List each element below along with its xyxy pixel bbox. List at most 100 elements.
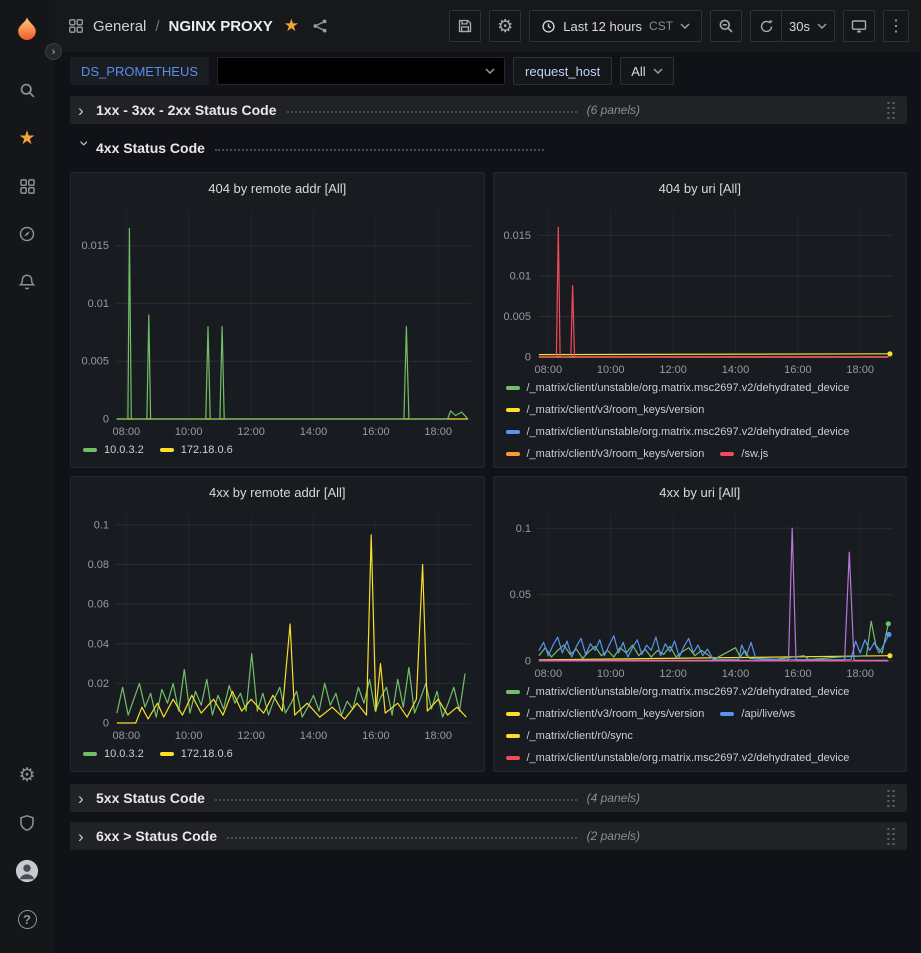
row-drag-handle[interactable]	[885, 827, 897, 846]
datasource-label[interactable]: DS_PROMETHEUS	[70, 57, 209, 85]
svg-text:0.05: 0.05	[510, 589, 531, 601]
svg-text:14:00: 14:00	[299, 730, 327, 742]
panel-title[interactable]: 4xx by uri [All]	[494, 477, 907, 505]
row-drag-handle[interactable]	[885, 789, 897, 808]
legend-item[interactable]: /_matrix/client/unstable/org.matrix.msc2…	[506, 426, 850, 438]
row-4xx[interactable]: › 4xx Status Code	[70, 134, 907, 162]
star-dashboard-button[interactable]: ★	[282, 16, 301, 36]
gear-icon: ⚙	[18, 766, 35, 785]
panel-title[interactable]: 404 by remote addr [All]	[71, 173, 484, 201]
legend-item[interactable]: /_matrix/client/unstable/org.matrix.msc2…	[506, 752, 850, 764]
sidebar-item-alerting[interactable]	[0, 258, 54, 306]
row-panel-count: (4 panels)	[587, 791, 640, 805]
panel-legend: 10.0.3.2 172.18.0.6	[71, 743, 484, 771]
chart-404-by-uri[interactable]: 00.0050.010.01508:0010:0012:0014:0016:00…	[494, 201, 905, 377]
refresh-interval-label: 30s	[789, 19, 810, 34]
svg-text:0.01: 0.01	[510, 270, 531, 282]
legend-item[interactable]: 10.0.3.2	[83, 748, 144, 760]
row-5xx[interactable]: › 5xx Status Code (4 panels)	[70, 784, 907, 812]
time-range-label: Last 12 hours	[563, 19, 642, 34]
variable-select[interactable]: All	[620, 57, 673, 85]
legend-item[interactable]: /_matrix/client/r0/sync	[506, 730, 633, 742]
panel-4xx-by-uri: 4xx by uri [All] 00.050.108:0010:0012:00…	[493, 476, 908, 772]
svg-text:12:00: 12:00	[660, 668, 688, 680]
svg-text:0.005: 0.005	[81, 356, 109, 368]
sidebar-item-server-admin[interactable]	[0, 799, 54, 847]
svg-text:14:00: 14:00	[722, 668, 750, 680]
share-dashboard-button[interactable]	[310, 18, 330, 34]
svg-text:08:00: 08:00	[535, 668, 563, 680]
panel-title[interactable]: 4xx by remote addr [All]	[71, 477, 484, 505]
svg-text:0.02: 0.02	[87, 678, 108, 690]
legend-item[interactable]: /_matrix/client/v3/room_keys/version	[506, 708, 705, 720]
time-range-picker[interactable]: Last 12 hours CST	[529, 10, 702, 42]
sidebar-item-explore[interactable]	[0, 210, 54, 258]
svg-text:18:00: 18:00	[424, 730, 452, 742]
row-1xx-3xx-2xx[interactable]: › 1xx - 3xx - 2xx Status Code (6 panels)	[70, 96, 907, 124]
sidebar-item-configuration[interactable]: ⚙	[0, 751, 54, 799]
save-icon	[457, 18, 473, 34]
dashboards-grid-icon	[19, 178, 36, 195]
dotted-leader	[215, 149, 544, 151]
breadcrumb-dashboard-title[interactable]: NGINX PROXY	[169, 18, 273, 35]
grafana-app: › ★ ⚙	[0, 0, 921, 953]
zoom-out-icon	[718, 18, 734, 34]
refresh-group: 30s	[750, 10, 835, 42]
svg-text:16:00: 16:00	[362, 426, 390, 438]
monitor-icon	[851, 18, 867, 34]
sidebar-item-search[interactable]	[0, 66, 54, 114]
kebab-icon: ⋮	[888, 16, 904, 36]
row-title: 6xx > Status Code	[92, 828, 217, 844]
sidebar: › ★ ⚙	[0, 0, 54, 953]
panel-legend: /_matrix/client/unstable/org.matrix.msc2…	[494, 377, 907, 467]
chart-404-by-remote-addr[interactable]: 00.0050.010.01508:0010:0012:0014:0016:00…	[72, 201, 483, 439]
chevron-down-icon	[485, 68, 495, 74]
sidebar-item-help[interactable]: ?	[0, 895, 54, 943]
more-options-button[interactable]: ⋮	[883, 10, 909, 42]
svg-text:16:00: 16:00	[362, 730, 390, 742]
legend-item[interactable]: /_matrix/client/v3/room_keys/version	[506, 448, 705, 460]
svg-text:0.1: 0.1	[93, 519, 108, 531]
star-filled-icon: ★	[284, 16, 299, 35]
cycle-view-button[interactable]	[843, 10, 875, 42]
compass-icon	[18, 225, 36, 243]
grafana-logo[interactable]	[14, 6, 40, 52]
chart-4xx-by-remote-addr[interactable]: 00.020.040.060.080.108:0010:0012:0014:00…	[72, 505, 483, 743]
grafana-flame-icon	[14, 16, 40, 42]
refresh-button[interactable]	[750, 10, 782, 42]
datasource-select[interactable]	[217, 57, 505, 85]
legend-item[interactable]: 172.18.0.6	[160, 444, 233, 456]
chevron-down-icon	[817, 23, 827, 29]
svg-text:18:00: 18:00	[847, 364, 875, 376]
sidebar-item-starred[interactable]: ★	[0, 114, 54, 162]
row-6xx[interactable]: › 6xx > Status Code (2 panels)	[70, 822, 907, 850]
breadcrumb-folder[interactable]: General	[93, 18, 146, 35]
refresh-icon	[759, 19, 774, 34]
search-icon	[19, 82, 36, 99]
panel-legend: /_matrix/client/unstable/org.matrix.msc2…	[494, 681, 907, 771]
sidebar-item-profile[interactable]	[0, 847, 54, 895]
panel-title[interactable]: 404 by uri [All]	[494, 173, 907, 201]
legend-item[interactable]: /_matrix/client/unstable/org.matrix.msc2…	[506, 686, 850, 698]
row-drag-handle[interactable]	[885, 101, 897, 120]
zoom-out-button[interactable]	[710, 10, 742, 42]
sidebar-item-dashboards[interactable]	[0, 162, 54, 210]
save-dashboard-button[interactable]	[449, 10, 481, 42]
svg-text:08:00: 08:00	[112, 730, 140, 742]
row-head-content: 1xx - 3xx - 2xx Status Code (6 panels)	[92, 102, 640, 118]
dashboard-settings-button[interactable]: ⚙	[489, 10, 521, 42]
legend-item[interactable]: /_matrix/client/v3/room_keys/version	[506, 404, 705, 416]
sidebar-expand-button[interactable]: ›	[45, 43, 62, 60]
sidebar-bottom-nav: ⚙ ?	[0, 751, 54, 943]
svg-text:18:00: 18:00	[424, 426, 452, 438]
chart-4xx-by-uri[interactable]: 00.050.108:0010:0012:0014:0016:0018:00	[494, 505, 905, 681]
svg-text:10:00: 10:00	[175, 426, 203, 438]
variable-label: request_host	[513, 57, 612, 85]
legend-item[interactable]: 10.0.3.2	[83, 444, 144, 456]
legend-item[interactable]: 172.18.0.6	[160, 748, 233, 760]
legend-item[interactable]: /api/live/ws	[720, 708, 795, 720]
legend-item[interactable]: /_matrix/client/unstable/org.matrix.msc2…	[506, 382, 850, 394]
legend-item[interactable]: /sw.js	[720, 448, 768, 460]
row-title: 1xx - 3xx - 2xx Status Code	[92, 102, 277, 118]
refresh-interval-picker[interactable]: 30s	[782, 10, 835, 42]
